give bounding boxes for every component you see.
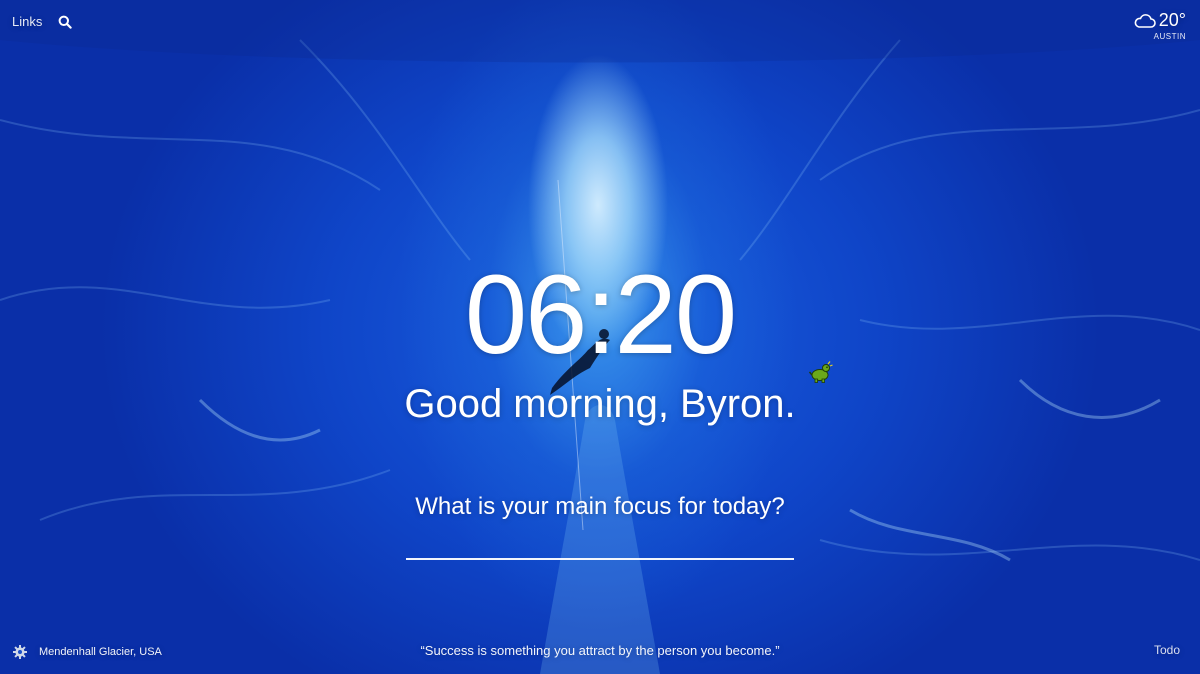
cloud-icon [1134, 13, 1156, 29]
quote[interactable]: “Success is something you attract by the… [0, 643, 1200, 658]
focus-input[interactable] [406, 530, 794, 560]
dashboard-screen: Links 20° AUSTIN 06:20 Good morning, Byr… [0, 0, 1200, 674]
weather-row: 20° [1134, 10, 1186, 31]
focus-question: What is your main focus for today? [415, 493, 785, 520]
dinosaur-icon[interactable] [808, 360, 833, 384]
weather-location: AUSTIN [1153, 32, 1186, 41]
top-left-bar: Links [12, 14, 73, 29]
weather-widget[interactable]: 20° AUSTIN [1134, 10, 1186, 41]
search-icon[interactable] [58, 15, 73, 29]
todo-button[interactable]: Todo [1154, 643, 1180, 657]
temperature: 20° [1158, 10, 1186, 30]
clock[interactable]: 06:20 [0, 255, 1200, 375]
links-button[interactable]: Links [12, 14, 42, 29]
greeting[interactable]: Good morning, Byron. [0, 380, 1200, 428]
